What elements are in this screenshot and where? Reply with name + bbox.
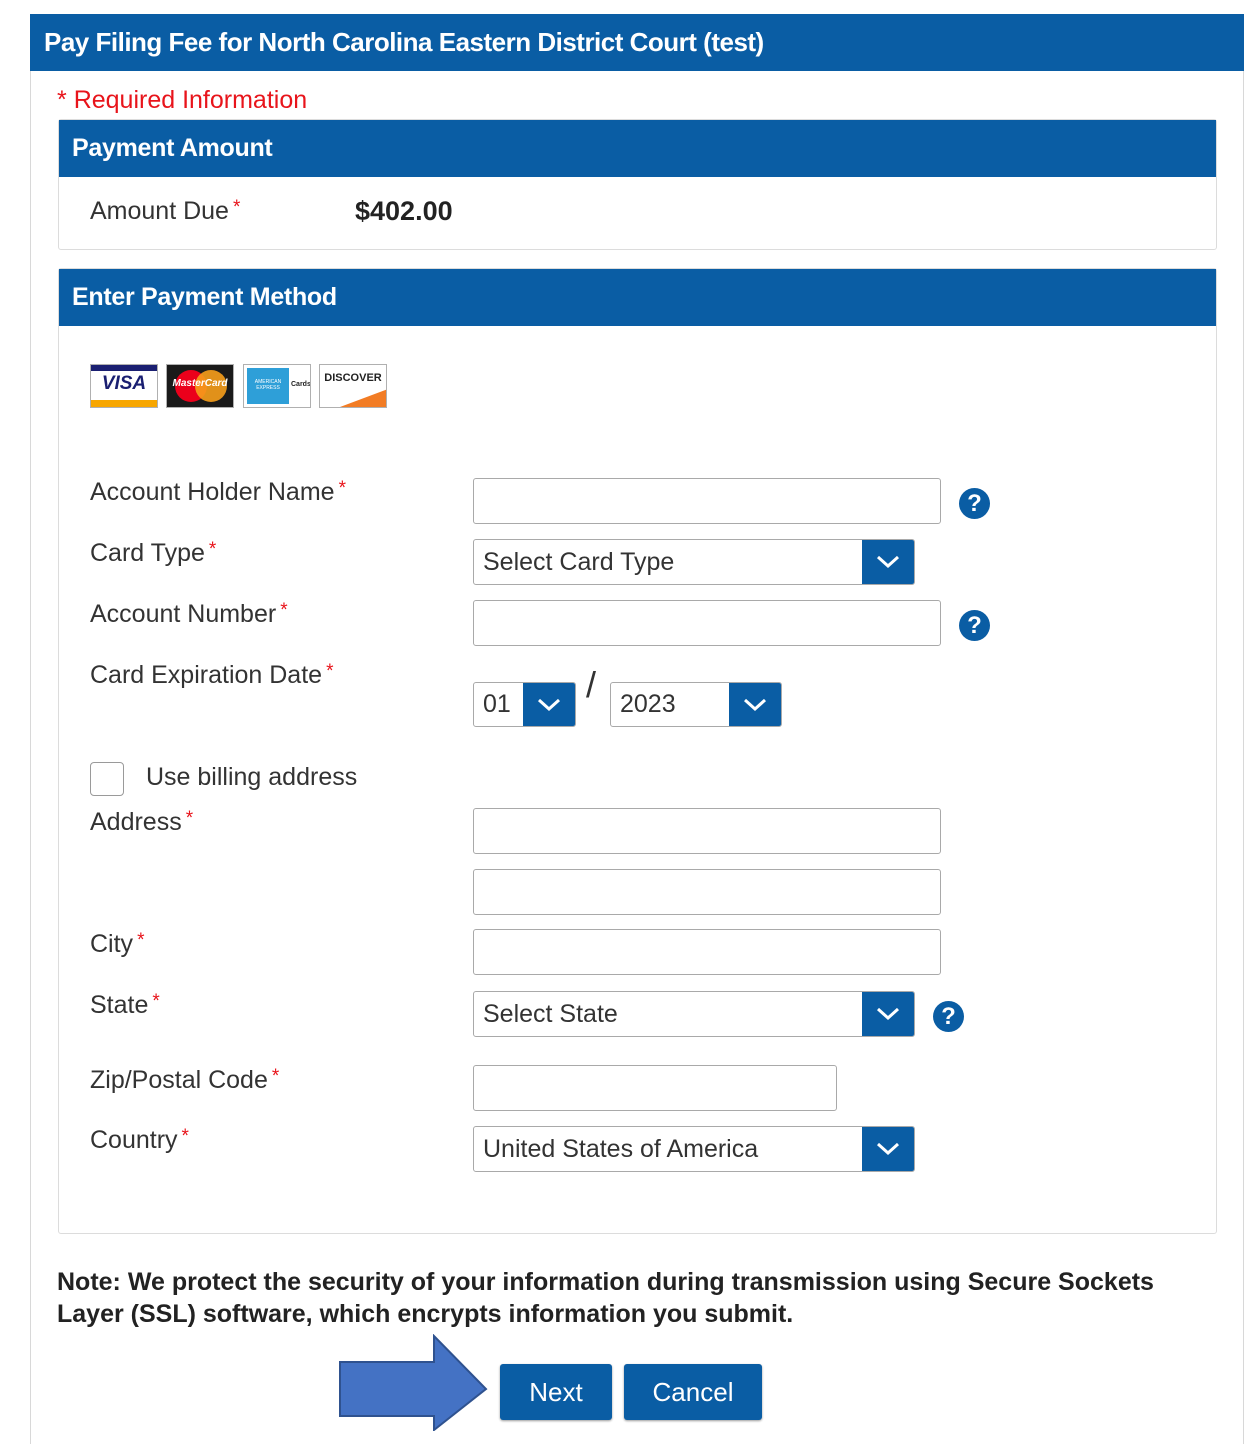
address-label-text: Address: [90, 808, 182, 836]
zip-postal-code-label: Zip/Postal Code *: [90, 1066, 279, 1095]
payment-method-heading: Enter Payment Method: [59, 269, 1216, 326]
use-billing-address-label[interactable]: Use billing address: [146, 763, 357, 792]
card-type-label-text: Card Type: [90, 539, 205, 567]
country-select[interactable]: United States of America: [473, 1126, 915, 1172]
card-expiration-label-text: Card Expiration Date: [90, 661, 323, 689]
required-star: *: [208, 539, 217, 560]
discover-card-logo: DISCOVER: [319, 364, 387, 408]
state-select[interactable]: Select State: [473, 991, 915, 1037]
payment-amount-heading: Payment Amount: [59, 120, 1216, 177]
visa-card-logo: VISA: [90, 364, 158, 408]
address-label: Address *: [90, 808, 193, 837]
mastercard-card-logo: MasterCard: [166, 364, 234, 408]
account-holder-name-label: Account Holder Name *: [90, 478, 346, 507]
account-holder-help-icon[interactable]: ?: [959, 488, 990, 519]
state-label: State *: [90, 991, 160, 1020]
required-information-note: * Required Information: [57, 86, 307, 115]
required-star: *: [280, 600, 288, 621]
account-holder-name-label-text: Account Holder Name: [90, 478, 335, 506]
chevron-down-icon[interactable]: [862, 1127, 914, 1171]
zip-postal-code-input[interactable]: [473, 1065, 837, 1111]
required-star: *: [152, 991, 160, 1012]
expiration-separator: /: [586, 664, 597, 705]
address-line2-input[interactable]: [473, 869, 941, 915]
amount-due-label-text: Amount Due: [90, 197, 229, 225]
american-express-card-logo: AMERICAN EXPRESS Cards: [243, 364, 311, 408]
expiration-year-value: 2023: [620, 690, 676, 718]
required-star: *: [137, 930, 145, 951]
expiration-month-select[interactable]: 01: [473, 682, 576, 727]
city-input[interactable]: [473, 929, 941, 975]
required-star: *: [271, 1066, 280, 1087]
account-number-label: Account Number *: [90, 600, 288, 629]
required-star: *: [181, 1126, 189, 1147]
next-button[interactable]: Next: [500, 1364, 612, 1420]
address-line1-input[interactable]: [473, 808, 941, 854]
city-label-text: City: [90, 930, 134, 958]
zip-postal-code-label-text: Zip/Postal Code: [90, 1066, 268, 1094]
amount-due-value: $402.00: [355, 196, 453, 226]
required-star: *: [338, 478, 346, 499]
use-billing-address-checkbox[interactable]: [90, 762, 124, 796]
expiration-year-select[interactable]: 2023: [610, 682, 782, 727]
account-number-help-icon[interactable]: ?: [959, 610, 990, 641]
required-star: *: [185, 808, 194, 829]
required-star: *: [57, 86, 67, 114]
state-selected-value: Select State: [483, 999, 618, 1028]
chevron-down-icon[interactable]: [523, 683, 575, 726]
chevron-down-icon[interactable]: [862, 992, 914, 1036]
page-title: Pay Filing Fee for North Carolina Easter…: [30, 14, 1244, 71]
account-holder-name-input[interactable]: [473, 478, 941, 524]
amount-due-label: Amount Due *: [90, 197, 240, 226]
expiration-month-value: 01: [483, 690, 511, 718]
country-label: Country *: [90, 1126, 189, 1155]
card-type-label: Card Type *: [90, 539, 216, 568]
country-label-text: Country: [90, 1126, 178, 1154]
arrow-pointer-icon: [339, 1334, 488, 1431]
city-label: City *: [90, 930, 144, 959]
required-information-text: Required Information: [73, 86, 308, 114]
security-note: Note: We protect the security of your in…: [57, 1268, 1154, 1328]
state-help-icon[interactable]: ?: [933, 1001, 964, 1032]
card-type-select[interactable]: Select Card Type: [473, 539, 915, 585]
card-expiration-label: Card Expiration Date *: [90, 661, 333, 690]
chevron-down-icon[interactable]: [729, 683, 781, 726]
required-star: *: [326, 661, 334, 682]
card-type-selected-value: Select Card Type: [483, 547, 675, 576]
required-star: *: [232, 197, 241, 218]
chevron-down-icon[interactable]: [862, 540, 914, 584]
country-selected-value: United States of America: [483, 1134, 759, 1163]
cancel-button[interactable]: Cancel: [624, 1364, 762, 1420]
account-number-label-text: Account Number: [90, 600, 277, 628]
payment-amount-section: Payment Amount: [58, 119, 1217, 250]
account-number-input[interactable]: [473, 600, 941, 646]
state-label-text: State: [90, 991, 149, 1019]
